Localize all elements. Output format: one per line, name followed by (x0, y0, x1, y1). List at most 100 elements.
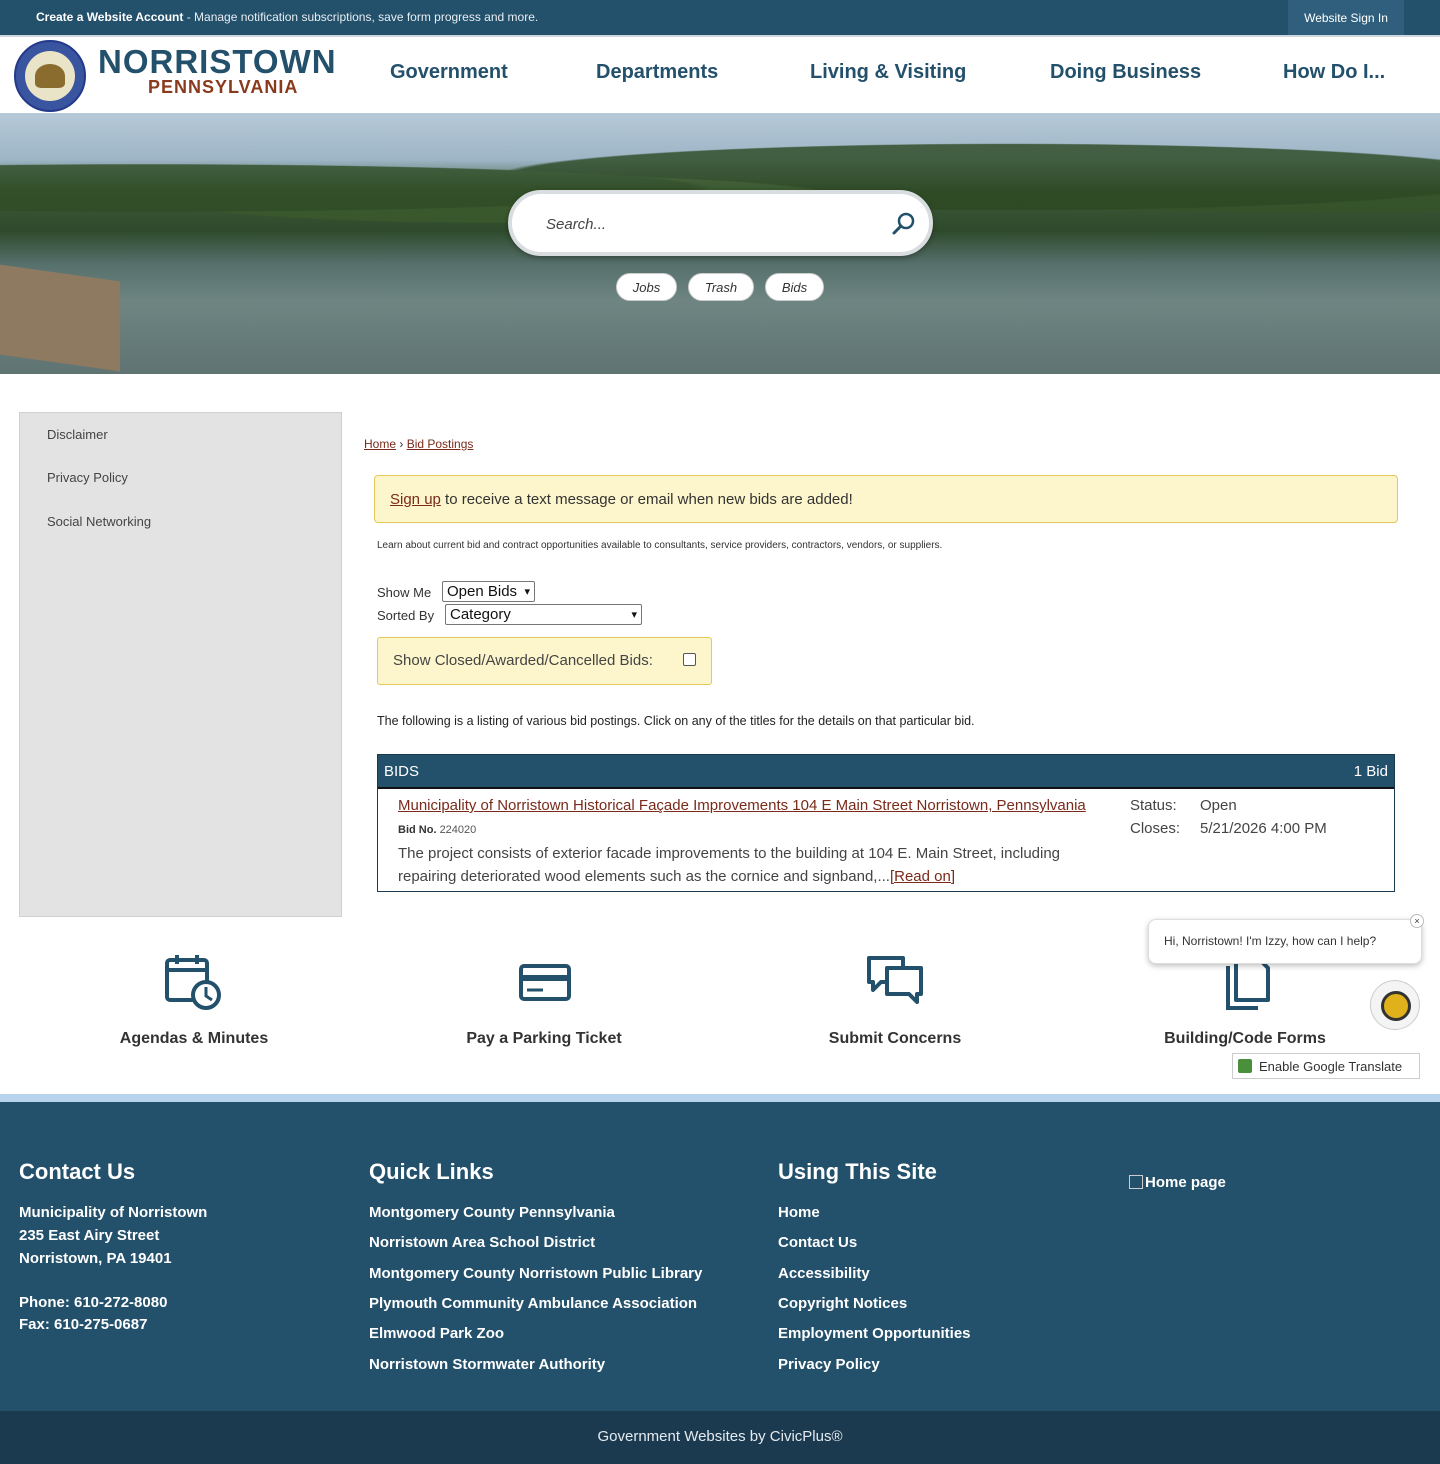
building-code-forms-link[interactable]: Building/Code Forms (1145, 1030, 1345, 1048)
footer-quick-link[interactable]: Norristown Stormwater Authority (369, 1356, 605, 1373)
sidebar-item-disclaimer[interactable]: Disclaimer (47, 427, 108, 442)
chat-bubbles-icon[interactable] (865, 952, 925, 1012)
breadcrumb-separator: › (396, 437, 407, 451)
search-icon[interactable] (890, 210, 918, 238)
website-sign-in-button[interactable]: Website Sign In (1288, 0, 1404, 35)
footer-home-page-image[interactable]: Home page (1129, 1174, 1226, 1191)
footer-site-link[interactable]: Copyright Notices (778, 1295, 907, 1312)
calendar-clock-icon[interactable] (163, 952, 223, 1012)
footer-contact-street: 235 East Airy Street (19, 1227, 160, 1244)
site-footer: Contact Us Municipality of Norristown 23… (0, 1102, 1440, 1411)
close-icon[interactable]: × (1410, 914, 1424, 928)
bid-description-text: The project consists of exterior facade … (398, 845, 1061, 885)
bottom-bar: Government Websites by CivicPlus® (0, 1411, 1440, 1464)
chatbot-avatar[interactable] (1370, 980, 1420, 1030)
signup-notice-text: Sign up to receive a text message or ema… (390, 491, 853, 508)
pay-parking-ticket-link[interactable]: Pay a Parking Ticket (444, 1030, 644, 1048)
footer-contact-phone: Phone: 610-272-8080 (19, 1294, 168, 1311)
footer-quick-links-heading: Quick Links (369, 1159, 494, 1184)
broken-image-icon (1129, 1175, 1143, 1189)
sidebar: Disclaimer Privacy Policy Social Network… (19, 412, 342, 917)
footer-site-link[interactable]: Accessibility (778, 1265, 870, 1282)
seal-inner (25, 51, 75, 101)
footer-contact-heading: Contact Us (19, 1159, 136, 1184)
bids-count: 1 Bid (1353, 763, 1388, 780)
bid-status-label: Status: (1130, 797, 1177, 814)
nav-government[interactable]: Government (390, 61, 508, 84)
bids-header-title: BIDS (384, 763, 420, 780)
show-me-value: Open Bids (447, 583, 518, 600)
bid-number: Bid No. 224020 (398, 824, 476, 836)
breadcrumb-current[interactable]: Bid Postings (407, 437, 474, 451)
brand-name[interactable]: NORRISTOWN (98, 43, 337, 81)
footer-using-site-heading: Using This Site (778, 1159, 937, 1184)
nav-living-visiting[interactable]: Living & Visiting (810, 61, 966, 84)
top-bar: Create a Website Account - Manage notifi… (0, 0, 1440, 35)
sidebar-item-privacy-policy[interactable]: Privacy Policy (47, 470, 128, 485)
footer-contact-city: Norristown, PA 19401 (19, 1250, 172, 1267)
nav-doing-business[interactable]: Doing Business (1050, 61, 1201, 84)
hero-banner: Search... Jobs Trash Bids (0, 113, 1440, 374)
bid-closes-value: 5/21/2026 4:00 PM (1200, 820, 1327, 837)
bid-closes-label: Closes: (1130, 820, 1181, 837)
show-closed-label: Show Closed/Awarded/Cancelled Bids: (393, 652, 653, 669)
show-me-select[interactable]: Open Bids ▾ (442, 581, 535, 602)
footer-quick-link[interactable]: Elmwood Park Zoo (369, 1325, 504, 1342)
breadcrumb-home[interactable]: Home (364, 437, 396, 451)
bid-title-link[interactable]: Municipality of Norristown Historical Fa… (398, 797, 1086, 814)
nav-departments[interactable]: Departments (596, 61, 718, 84)
sidebar-item-social-networking[interactable]: Social Networking (47, 514, 151, 529)
footer-site-link[interactable]: Privacy Policy (778, 1356, 880, 1373)
footer-quick-link[interactable]: Plymouth Community Ambulance Association (369, 1295, 697, 1312)
municipal-seal-logo[interactable] (14, 40, 86, 112)
google-translate-button[interactable]: Enable Google Translate (1232, 1053, 1420, 1079)
listing-note: The following is a listing of various bi… (377, 714, 975, 728)
search-input[interactable]: Search... (546, 216, 606, 233)
bid-read-on-link[interactable]: [Read on] (890, 868, 955, 885)
bids-table: BIDS 1 Bid Municipality of Norristown Hi… (377, 754, 1395, 892)
search-box[interactable]: Search... (508, 190, 933, 256)
footer-site-link[interactable]: Home (778, 1204, 820, 1221)
breadcrumb: Home › Bid Postings (364, 437, 473, 451)
civicplus-credit[interactable]: Government Websites by CivicPlus® (0, 1428, 1440, 1445)
quick-link-bids[interactable]: Bids (765, 273, 824, 301)
quick-link-trash[interactable]: Trash (688, 273, 754, 301)
chevron-down-icon: ▾ (524, 586, 530, 598)
site-header: NORRISTOWN PENNSYLVANIA Government Depar… (0, 35, 1440, 113)
bid-number-label: Bid No. (398, 824, 437, 836)
signup-notice: Sign up to receive a text message or ema… (374, 475, 1398, 523)
bid-number-value: 224020 (439, 824, 477, 836)
bid-status-value: Open (1200, 797, 1237, 814)
footer-quick-link[interactable]: Montgomery County Norristown Public Libr… (369, 1265, 702, 1282)
submit-concerns-link[interactable]: Submit Concerns (795, 1030, 995, 1048)
bid-description: The project consists of exterior facade … (398, 842, 1118, 888)
quick-link-jobs[interactable]: Jobs (616, 273, 677, 301)
footer-contact-fax: Fax: 610-275-0687 (19, 1316, 148, 1333)
nav-how-do-i[interactable]: How Do I... (1283, 61, 1385, 84)
bids-header: BIDS 1 Bid (378, 755, 1394, 789)
hero-dock (0, 264, 120, 372)
footer-contact-org: Municipality of Norristown (19, 1204, 208, 1221)
sorted-by-label: Sorted By (377, 608, 435, 623)
sorted-by-value: Category (450, 606, 511, 623)
footer-site-link[interactable]: Contact Us (778, 1234, 857, 1251)
footer-quick-link[interactable]: Montgomery County Pennsylvania (369, 1204, 615, 1221)
bee-icon (1381, 991, 1411, 1021)
beehive-icon (35, 64, 65, 88)
chat-greeting-text: Hi, Norristown! I'm Izzy, how can I help… (1164, 934, 1377, 948)
footer-site-link[interactable]: Employment Opportunities (778, 1325, 971, 1342)
intro-text: Learn about current bid and contract opp… (377, 540, 943, 551)
chat-greeting-bubble[interactable]: Hi, Norristown! I'm Izzy, how can I help… (1148, 919, 1422, 964)
credit-card-icon[interactable] (515, 952, 575, 1012)
create-account-link[interactable]: Create a Website Account (36, 10, 183, 24)
google-translate-label: Enable Google Translate (1259, 1059, 1403, 1074)
show-closed-filter: Show Closed/Awarded/Cancelled Bids: (377, 637, 712, 685)
footer-quick-link[interactable]: Norristown Area School District (369, 1234, 595, 1251)
create-account-text: Create a Website Account - Manage notifi… (36, 10, 538, 24)
agendas-minutes-link[interactable]: Agendas & Minutes (94, 1030, 294, 1048)
home-page-alt-text: Home page (1145, 1174, 1226, 1191)
google-translate-icon (1238, 1059, 1252, 1073)
show-closed-checkbox[interactable] (683, 653, 696, 666)
signup-link[interactable]: Sign up (390, 491, 441, 508)
sorted-by-select[interactable]: Category ▾ (445, 604, 642, 625)
